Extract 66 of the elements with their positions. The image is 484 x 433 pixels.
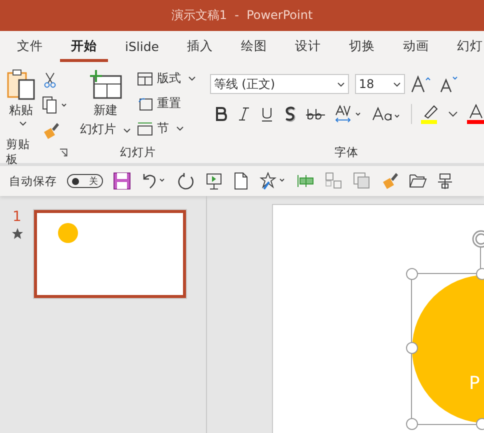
slide-thumbnail[interactable]: [34, 210, 186, 298]
align-icon[interactable]: [297, 173, 315, 189]
resize-handle[interactable]: [406, 268, 418, 280]
caret-icon[interactable]: [336, 82, 345, 86]
autosave-label: 自动保存: [9, 174, 57, 188]
clipboard-icon: [6, 68, 36, 100]
change-case-icon[interactable]: [372, 106, 402, 122]
star-wand-icon[interactable]: [259, 172, 287, 190]
caret-icon: [176, 126, 184, 131]
redo-icon[interactable]: [177, 172, 195, 190]
brush-icon[interactable]: [381, 172, 399, 190]
ribbon-tab[interactable]: 动画: [392, 31, 440, 62]
bold-icon[interactable]: [214, 106, 228, 122]
font-size-field[interactable]: 18: [354, 74, 405, 94]
highlighter-icon[interactable]: [420, 104, 439, 124]
text-shadow-icon[interactable]: [282, 106, 297, 122]
font-color-icon[interactable]: [466, 104, 484, 124]
ribbon-tab[interactable]: 绘图: [230, 31, 278, 62]
layout-button[interactable]: 版式: [136, 68, 196, 89]
new-document-icon[interactable]: [233, 172, 249, 190]
italic-icon[interactable]: [236, 106, 251, 122]
section-icon: [136, 122, 153, 136]
ribbon-tab[interactable]: 插入: [176, 31, 224, 62]
dialog-launcher-icon[interactable]: [59, 148, 68, 156]
reset-button[interactable]: 重置: [136, 93, 196, 114]
ribbon-tab[interactable]: iSlide: [114, 31, 170, 62]
arrange-icon[interactable]: [353, 172, 371, 190]
group-label: 幻灯片: [120, 144, 156, 160]
group-label: 剪贴板: [6, 137, 31, 167]
character-spacing-icon[interactable]: [334, 105, 363, 123]
slideshow-icon[interactable]: [205, 172, 223, 190]
layout-icon: [136, 72, 153, 86]
section-button[interactable]: 节: [136, 118, 196, 139]
caret-icon[interactable]: [392, 82, 401, 86]
autosave-toggle[interactable]: 关: [67, 174, 103, 188]
group-label: 字体: [334, 144, 358, 160]
folder-icon[interactable]: [409, 173, 427, 189]
grow-font-icon[interactable]: [410, 75, 433, 93]
reset-icon: [136, 96, 153, 110]
new-slide-icon: [88, 70, 122, 100]
ribbon-tab[interactable]: 文件: [6, 31, 54, 62]
copy-icon[interactable]: [42, 96, 68, 114]
ribbon-tab[interactable]: 幻灯: [446, 31, 484, 62]
new-slide-button[interactable]: 新建 幻灯片: [80, 68, 131, 141]
format-painter-icon[interactable]: [42, 122, 60, 140]
ribbon-tab[interactable]: 设计: [284, 31, 332, 62]
slide-number: 1: [12, 210, 22, 224]
shrink-font-icon[interactable]: [438, 75, 459, 93]
group-objects-icon[interactable]: [325, 172, 343, 190]
caret-icon: [122, 128, 131, 133]
caret-icon: [188, 76, 196, 81]
undo-icon[interactable]: [141, 172, 167, 190]
font-name-field[interactable]: 等线 (正文): [210, 74, 349, 94]
resize-handle[interactable]: [406, 418, 418, 430]
underline-icon[interactable]: [260, 106, 274, 122]
window-title: 演示文稿1 - PowerPoint: [171, 7, 313, 24]
ribbon-tab[interactable]: 开始: [60, 31, 108, 62]
strikethrough-icon[interactable]: [306, 106, 326, 122]
circle-shape: [58, 223, 78, 243]
ribbon-tab[interactable]: 切换: [338, 31, 386, 62]
save-icon[interactable]: [113, 172, 131, 190]
shape-text: P: [469, 374, 480, 394]
resize-handle[interactable]: [406, 342, 418, 354]
scissors-icon[interactable]: [42, 72, 58, 88]
distribute-icon[interactable]: [437, 172, 453, 190]
caret-icon: [18, 121, 26, 126]
